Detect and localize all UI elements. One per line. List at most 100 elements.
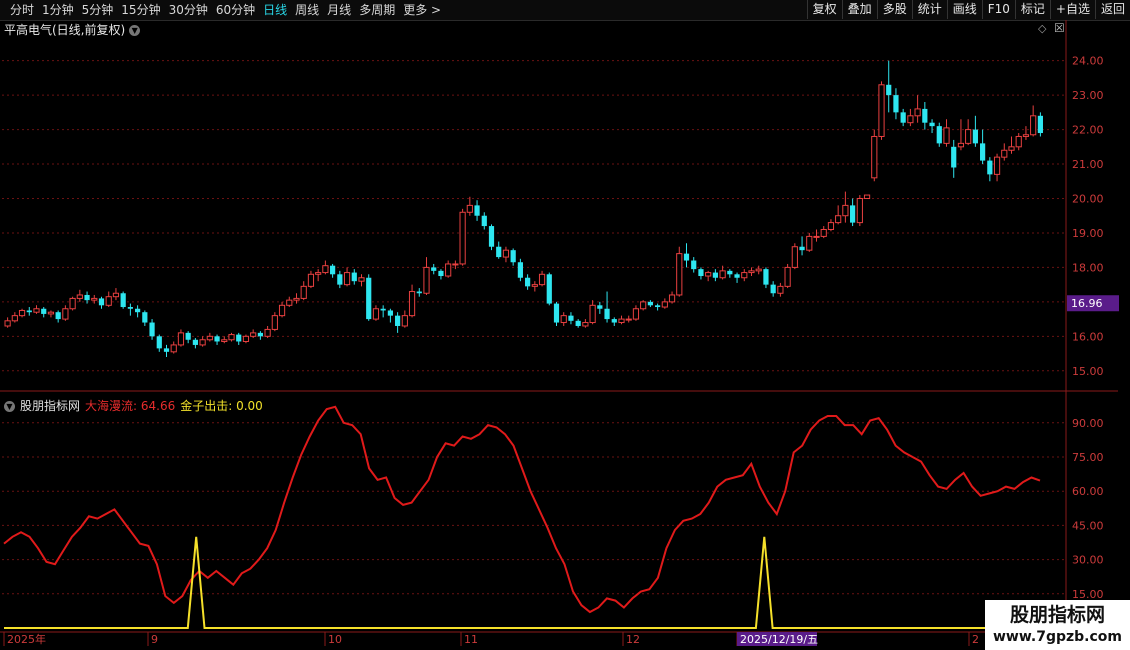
price-tick-label: 22.00 — [1072, 124, 1104, 137]
candle-body-up — [589, 304, 596, 324]
candle-body-down — [474, 205, 480, 216]
candle-body-down — [26, 310, 32, 313]
watermark: 股朋指标网 www.7gpzb.com — [985, 600, 1130, 650]
candle-body-down — [185, 332, 191, 340]
candle-body-up — [748, 270, 755, 274]
date-axis: 2025年 9 10 11 12 2025/12/19/五 2 — [0, 631, 985, 646]
candle-body-down — [850, 205, 856, 223]
candle-body-up — [264, 328, 271, 337]
candle-body-down — [438, 270, 444, 277]
price-grid — [0, 20, 1118, 632]
candle-body-down — [431, 267, 437, 271]
watermark-title: 股朋指标网 — [1009, 604, 1105, 626]
price-tick-label: 15.00 — [1072, 365, 1104, 378]
candle-body-down — [496, 246, 502, 258]
candle-body-up — [538, 273, 546, 286]
candle-body-up — [632, 308, 640, 320]
indicator-tick-label: 45.00 — [1072, 519, 1104, 532]
candle-body-down — [799, 246, 805, 251]
indicator-line1-value: 大海漫流: 64.66 — [85, 399, 176, 413]
candle-body-down — [84, 294, 90, 301]
candle-body-down — [525, 277, 531, 287]
candle-body-up — [502, 249, 510, 258]
candle-body-up — [661, 301, 668, 308]
candle-body-down — [546, 274, 552, 304]
candle-body-up — [423, 266, 430, 294]
candle-body-up — [300, 285, 307, 299]
candle-body-up — [907, 115, 914, 124]
indicator-grid — [2, 422, 1066, 595]
indicator-line-1 — [3, 405, 1041, 614]
candle-body-down — [337, 274, 343, 285]
candle-body-down — [900, 112, 906, 123]
candle-body-down — [149, 322, 155, 337]
candle-body-down — [120, 293, 126, 308]
indicator-tick-label: 30.00 — [1072, 554, 1104, 567]
candle-body-up — [755, 268, 762, 272]
price-tick-label: 18.00 — [1072, 261, 1104, 274]
candle-body-down — [575, 320, 581, 326]
candle-body-down — [416, 291, 422, 294]
candle-body-down — [886, 84, 892, 96]
indicator-axis: 15.00 30.00 45.00 60.00 75.00 90.00 — [1072, 417, 1104, 601]
candle-body-up — [820, 229, 827, 237]
candle-body-up — [965, 129, 972, 144]
candle-body-down — [481, 215, 487, 227]
candle-body-down — [163, 348, 170, 352]
candle-body-down — [395, 315, 401, 326]
candle-body-down — [41, 308, 47, 314]
candle-body-up — [705, 272, 712, 277]
candle-body-up — [170, 344, 177, 353]
candle-body-down — [568, 315, 574, 321]
date-tick-label: 2 — [972, 633, 979, 646]
candle-body-up — [777, 285, 784, 294]
candle-body-up — [322, 265, 329, 274]
date-tick-label: 10 — [328, 633, 342, 646]
candle-body-down — [727, 270, 733, 275]
candle-body-down — [604, 308, 610, 320]
candle-body-down — [257, 332, 263, 337]
chevron-down-icon[interactable]: ▼ — [4, 400, 15, 412]
date-tick-label: 9 — [151, 633, 158, 646]
candle-body-up — [33, 308, 40, 313]
candle-body-down — [330, 265, 336, 275]
candle-body-down — [192, 339, 198, 345]
candle-body-up — [112, 292, 120, 298]
candle-body-down — [387, 310, 393, 316]
candle-body-up — [4, 320, 11, 327]
candle-body-up — [372, 308, 380, 320]
indicator-line2-value: 金子出击: 0.00 — [180, 399, 263, 413]
candle-body-down — [770, 284, 776, 294]
candle-body-down — [380, 308, 386, 311]
candle-body-up — [856, 197, 863, 224]
candle-body-up — [401, 315, 408, 327]
price-tick-label: 23.00 — [1072, 89, 1104, 102]
candle-body-up — [871, 135, 878, 179]
candle-body-up — [993, 156, 1001, 175]
candle-body-up — [408, 291, 416, 317]
candle-body-up — [358, 277, 365, 282]
candle-body-up — [806, 235, 813, 251]
candle-body-up — [271, 315, 278, 330]
candle-body-down — [734, 274, 740, 278]
date-tick-label: 12 — [626, 633, 640, 646]
price-tick-label: 21.00 — [1072, 158, 1104, 171]
kline-chart[interactable]: 15.0016.0017.0018.0019.0020.0021.0022.00… — [0, 0, 1130, 650]
candle-body-down — [517, 262, 523, 278]
price-tick-label: 24.00 — [1072, 55, 1104, 68]
candle-body-up — [791, 246, 798, 268]
candle-body-down — [763, 269, 769, 285]
candle-body-up — [459, 211, 466, 265]
candle-body-down — [893, 95, 899, 113]
candle-body-down — [980, 143, 986, 161]
candle-body-up — [18, 309, 26, 317]
candle-body-up — [560, 315, 567, 324]
candle-body-down — [156, 336, 162, 349]
candle-body-up — [62, 308, 69, 320]
candle-body-up — [719, 270, 726, 279]
candle-body-up — [618, 318, 625, 324]
candle-body-down — [127, 307, 133, 309]
candle-body-up — [676, 253, 683, 296]
watermark-url: www.7gpzb.com — [992, 629, 1122, 645]
candle-body-up — [91, 297, 98, 301]
